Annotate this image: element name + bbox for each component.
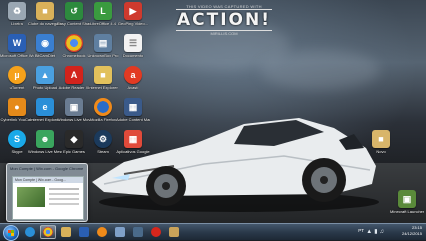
libreoffice-icon: L (94, 2, 112, 20)
desktop-icon-label: Documento (122, 53, 144, 58)
desktop-icon-label: Novo (376, 149, 386, 154)
desktop-icon-avast[interactable]: a Avast! (116, 66, 150, 90)
document-icon: ☰ (124, 34, 142, 52)
taskbar-item-app[interactable] (130, 225, 146, 239)
taskbar-item-explorer[interactable] (58, 225, 74, 239)
taskbar-item-media-player[interactable] (94, 225, 110, 239)
desktop-icon-label: Adobe Content Manager (116, 117, 150, 122)
desktop-icon-firefox[interactable]: Mozilla Firefox (86, 98, 120, 122)
recycle-bin-icon: ♻ (8, 2, 26, 20)
desktop-icon-label: GeoPing Video... (117, 21, 149, 26)
desktop-icon-label: Internet Explorer (88, 85, 118, 90)
desktop-icon-label: Aplicativos Google (116, 149, 150, 154)
internet-explorer-icon: e (36, 98, 54, 116)
chrome-icon (65, 34, 83, 52)
share-app-icon: ↺ (65, 2, 83, 20)
desktop-icon-app[interactable]: ▤ UnknownBox Pro (86, 34, 120, 58)
clock[interactable]: 23:15 24/12/2015 (388, 225, 422, 239)
messenger-icon: ☻ (36, 130, 54, 148)
preview-tab: Mon Compte | Wix.com - Goog... (13, 177, 83, 183)
desktop-icon-google-apps[interactable]: ▦ Aplicativos Google (116, 130, 150, 154)
minecraft-icon: ▣ (398, 190, 416, 208)
folder-icon (61, 227, 71, 237)
internet-explorer-icon (25, 227, 35, 237)
desktop-icon-label: Avast! (127, 85, 139, 90)
youcam-icon: ● (8, 98, 26, 116)
desktop-icon-steam[interactable]: ⚙ Steam (86, 130, 120, 154)
system-tray-icons[interactable]: ▲▮♫ (366, 228, 386, 235)
desktop-icon-novo[interactable]: ■ Novo (364, 130, 398, 154)
action-watermark: THIS VIDEO WAS CAPTURED WITH ACTION! MIR… (176, 4, 272, 38)
app-icon: ▤ (94, 34, 112, 52)
app-icon: ◆ (65, 130, 83, 148)
word-icon (79, 227, 89, 237)
taskbar-window-preview[interactable]: Mon Compte | Wix.com - Google Chrome Mon… (6, 163, 88, 222)
desktop-icon-folder[interactable]: ■ Internet Explorer (86, 66, 120, 90)
folder-icon (169, 227, 179, 237)
movie-maker-icon: ▣ (65, 98, 83, 116)
chrome-icon (43, 227, 53, 237)
app-icon: ▦ (124, 98, 142, 116)
windows-logo-icon (8, 230, 14, 236)
desktop-icon-label: Steam (97, 149, 109, 154)
avast-icon: a (124, 66, 142, 84)
skype-icon: S (8, 130, 26, 148)
folder-icon: ■ (36, 2, 54, 20)
firefox-icon (94, 98, 112, 116)
desktop-icon-label: Minecraft Launcher (Curse) (390, 209, 424, 214)
preview-text-lines (49, 188, 79, 190)
desktop-icon-libreoffice[interactable]: L LibreOffice 4.4 (86, 2, 120, 26)
paint-icon (115, 227, 125, 237)
record-icon (151, 227, 161, 237)
desktop-icon-documento[interactable]: ☰ Documento (116, 34, 150, 58)
adobe-reader-icon: A (65, 66, 83, 84)
desktop-icon-minecraft[interactable]: ▣ Minecraft Launcher (Curse) (390, 190, 424, 214)
taskbar-item-action-recorder[interactable] (148, 225, 164, 239)
clock-date: 24/12/2015 (401, 231, 422, 236)
preview-image (17, 187, 45, 207)
taskbar-item-chrome[interactable] (40, 225, 56, 239)
folder-icon: ■ (372, 130, 390, 148)
preview-title: Mon Compte | Wix.com - Google Chrome (10, 166, 84, 171)
watermark-caption: THIS VIDEO WAS CAPTURED WITH (186, 4, 262, 9)
watermark-url: MIRILLIS.COM (210, 31, 238, 36)
app-icon: ▦ (124, 130, 142, 148)
desktop-icon-label: UnknownBox Pro (87, 53, 119, 58)
start-button[interactable] (3, 225, 19, 241)
folder-icon: ■ (94, 66, 112, 84)
taskbar-item-explorer-2[interactable] (166, 225, 182, 239)
taskbar-item-paint[interactable] (112, 225, 128, 239)
wallpaper-cloud (260, 50, 380, 90)
desktop-icon-content-manager[interactable]: ▦ Adobe Content Manager (116, 98, 150, 122)
media-player-icon (97, 227, 107, 237)
app-icon (133, 227, 143, 237)
taskbar-item-internet-explorer[interactable] (22, 225, 38, 239)
watermark-logo: ACTION! (176, 9, 272, 31)
webcam-app-icon: ◉ (36, 34, 54, 52)
photo-app-icon: ▲ (36, 66, 54, 84)
video-app-icon: ▶ (124, 2, 142, 20)
desktop-icon-label: Mozilla Firefox (90, 117, 116, 122)
taskbar-item-word[interactable] (76, 225, 92, 239)
steam-icon: ⚙ (94, 130, 112, 148)
language-indicator[interactable]: PT (358, 228, 364, 233)
word-icon: W (8, 34, 26, 52)
preview-page: Mon Compte | Wix.com - Goog... (12, 176, 84, 220)
desktop-icon-video-app[interactable]: ▶ GeoPing Video... (116, 2, 150, 26)
desktop[interactable]: THIS VIDEO WAS CAPTURED WITH ACTION! MIR… (0, 0, 426, 223)
desktop-icon-label: LibreOffice 4.4 (90, 21, 116, 26)
utorrent-icon: µ (8, 66, 26, 84)
taskbar: PT ▲▮♫ 23:15 24/12/2015 (0, 223, 426, 241)
